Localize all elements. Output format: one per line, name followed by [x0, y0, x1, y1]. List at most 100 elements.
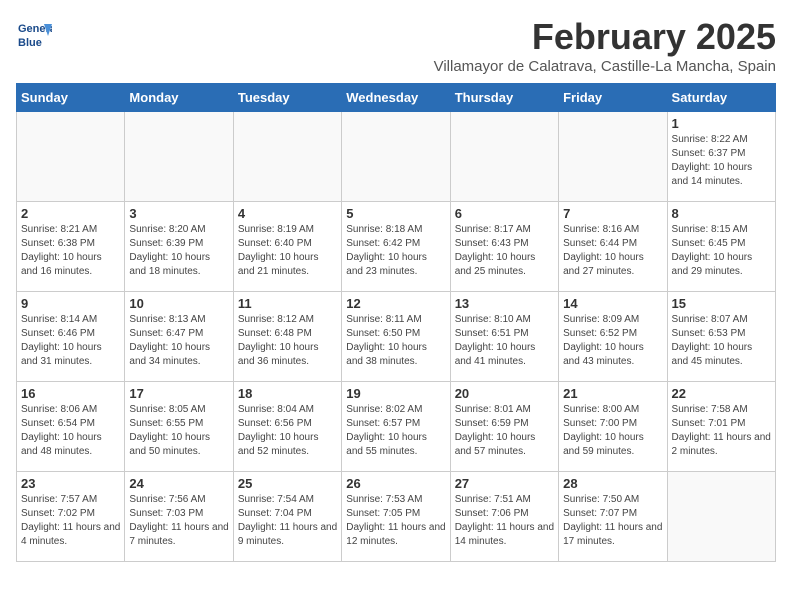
weekday-header: Tuesday — [233, 84, 341, 112]
calendar-cell: 5Sunrise: 8:18 AM Sunset: 6:42 PM Daylig… — [342, 202, 450, 292]
calendar-cell: 6Sunrise: 8:17 AM Sunset: 6:43 PM Daylig… — [450, 202, 558, 292]
calendar-cell: 25 Sunrise: 7:54 AM Sunset: 7:04 PM Dayli… — [233, 472, 341, 562]
day-number: 2 — [21, 206, 120, 221]
day-info: Sunrise: 8:21 AM Sunset: 6:38 PM Dayligh… — [21, 223, 120, 279]
calendar-cell: 24 Sunrise: 7:56 AM Sunset: 7:03 PM Dayli… — [125, 472, 233, 562]
main-title: February 2025 — [434, 16, 776, 58]
day-info: Sunrise: 8:22 AM Sunset: 6:37 PM Dayligh… — [672, 133, 771, 189]
day-number: 28 — [563, 476, 662, 491]
calendar-cell: 11 Sunrise: 8:12 AM Sunset: 6:48 PM Dayli… — [233, 292, 341, 382]
day-info: Sunrise: 8:19 AM Sunset: 6:40 PM Dayligh… — [238, 223, 337, 279]
day-info: Sunrise: 8:05 AM Sunset: 6:55 PM Dayligh… — [129, 403, 228, 459]
day-info: Sunrise: 7:58 AM Sunset: 7:01 PM Dayligh… — [672, 403, 771, 459]
weekday-header: Saturday — [667, 84, 775, 112]
calendar-cell: 3 Sunrise: 8:20 AM Sunset: 6:39 PM Daylig… — [125, 202, 233, 292]
calendar-week-row: 9 Sunrise: 8:14 AM Sunset: 6:46 PM Daylig… — [17, 292, 776, 382]
calendar-week-row: 16 Sunrise: 8:06 AM Sunset: 6:54 PM Dayli… — [17, 382, 776, 472]
calendar-cell: 23 Sunrise: 7:57 AM Sunset: 7:02 PM Dayli… — [17, 472, 125, 562]
calendar-cell: 27 Sunrise: 7:51 AM Sunset: 7:06 PM Dayli… — [450, 472, 558, 562]
day-info: Sunrise: 8:07 AM Sunset: 6:53 PM Dayligh… — [672, 313, 771, 369]
day-number: 24 — [129, 476, 228, 491]
calendar-cell: 13Sunrise: 8:10 AM Sunset: 6:51 PM Dayli… — [450, 292, 558, 382]
day-number: 21 — [563, 386, 662, 401]
svg-text:Blue: Blue — [18, 37, 42, 49]
day-info: Sunrise: 8:04 AM Sunset: 6:56 PM Dayligh… — [238, 403, 337, 459]
day-info: Sunrise: 7:50 AM Sunset: 7:07 PM Dayligh… — [563, 493, 662, 549]
day-info: Sunrise: 8:20 AM Sunset: 6:39 PM Dayligh… — [129, 223, 228, 279]
day-number: 15 — [672, 296, 771, 311]
weekday-header: Monday — [125, 84, 233, 112]
day-info: Sunrise: 8:12 AM Sunset: 6:48 PM Dayligh… — [238, 313, 337, 369]
day-info: Sunrise: 8:15 AM Sunset: 6:45 PM Dayligh… — [672, 223, 771, 279]
calendar-cell — [17, 112, 125, 202]
calendar-cell: 12 Sunrise: 8:11 AM Sunset: 6:50 PM Dayli… — [342, 292, 450, 382]
calendar-week-row: 23 Sunrise: 7:57 AM Sunset: 7:02 PM Dayli… — [17, 472, 776, 562]
day-info: Sunrise: 8:09 AM Sunset: 6:52 PM Dayligh… — [563, 313, 662, 369]
day-number: 3 — [129, 206, 228, 221]
calendar-cell: 28 Sunrise: 7:50 AM Sunset: 7:07 PM Dayli… — [559, 472, 667, 562]
weekday-header: Wednesday — [342, 84, 450, 112]
calendar-cell — [125, 112, 233, 202]
day-info: Sunrise: 7:51 AM Sunset: 7:06 PM Dayligh… — [455, 493, 554, 549]
day-info: Sunrise: 8:11 AM Sunset: 6:50 PM Dayligh… — [346, 313, 445, 369]
day-number: 17 — [129, 386, 228, 401]
day-number: 7 — [563, 206, 662, 221]
logo-icon: General Blue — [16, 16, 52, 52]
day-number: 6 — [455, 206, 554, 221]
calendar-cell — [342, 112, 450, 202]
day-number: 13 — [455, 296, 554, 311]
day-number: 11 — [238, 296, 337, 311]
calendar-cell: 17 Sunrise: 8:05 AM Sunset: 6:55 PM Dayli… — [125, 382, 233, 472]
calendar-cell: 20 Sunrise: 8:01 AM Sunset: 6:59 PM Dayli… — [450, 382, 558, 472]
day-number: 5 — [346, 206, 445, 221]
day-info: Sunrise: 8:14 AM Sunset: 6:46 PM Dayligh… — [21, 313, 120, 369]
calendar-cell: 9 Sunrise: 8:14 AM Sunset: 6:46 PM Daylig… — [17, 292, 125, 382]
day-info: Sunrise: 8:13 AM Sunset: 6:47 PM Dayligh… — [129, 313, 228, 369]
day-info: Sunrise: 7:54 AM Sunset: 7:04 PM Dayligh… — [238, 493, 337, 549]
day-number: 1 — [672, 116, 771, 131]
day-number: 12 — [346, 296, 445, 311]
day-info: Sunrise: 7:57 AM Sunset: 7:02 PM Dayligh… — [21, 493, 120, 549]
day-number: 16 — [21, 386, 120, 401]
calendar-cell: 26 Sunrise: 7:53 AM Sunset: 7:05 PM Dayli… — [342, 472, 450, 562]
calendar-cell: 4Sunrise: 8:19 AM Sunset: 6:40 PM Daylig… — [233, 202, 341, 292]
day-number: 27 — [455, 476, 554, 491]
weekday-header: Sunday — [17, 84, 125, 112]
calendar-table: SundayMondayTuesdayWednesdayThursdayFrid… — [16, 83, 776, 562]
calendar-cell: 2 Sunrise: 8:21 AM Sunset: 6:38 PM Daylig… — [17, 202, 125, 292]
day-number: 25 — [238, 476, 337, 491]
calendar-cell: 16 Sunrise: 8:06 AM Sunset: 6:54 PM Dayli… — [17, 382, 125, 472]
day-number: 20 — [455, 386, 554, 401]
day-number: 22 — [672, 386, 771, 401]
day-info: Sunrise: 7:56 AM Sunset: 7:03 PM Dayligh… — [129, 493, 228, 549]
weekday-header: Thursday — [450, 84, 558, 112]
day-info: Sunrise: 8:01 AM Sunset: 6:59 PM Dayligh… — [455, 403, 554, 459]
day-number: 23 — [21, 476, 120, 491]
calendar-cell: 21Sunrise: 8:00 AM Sunset: 7:00 PM Dayli… — [559, 382, 667, 472]
logo: General Blue — [16, 16, 52, 52]
day-number: 18 — [238, 386, 337, 401]
calendar-cell: 15 Sunrise: 8:07 AM Sunset: 6:53 PM Dayli… — [667, 292, 775, 382]
calendar-cell: 8Sunrise: 8:15 AM Sunset: 6:45 PM Daylig… — [667, 202, 775, 292]
calendar-cell: 22 Sunrise: 7:58 AM Sunset: 7:01 PM Dayli… — [667, 382, 775, 472]
day-number: 19 — [346, 386, 445, 401]
calendar-cell: 18 Sunrise: 8:04 AM Sunset: 6:56 PM Dayli… — [233, 382, 341, 472]
day-info: Sunrise: 7:53 AM Sunset: 7:05 PM Dayligh… — [346, 493, 445, 549]
day-number: 9 — [21, 296, 120, 311]
calendar-cell: 1 Sunrise: 8:22 AM Sunset: 6:37 PM Daylig… — [667, 112, 775, 202]
calendar-cell: 7 Sunrise: 8:16 AM Sunset: 6:44 PM Daylig… — [559, 202, 667, 292]
calendar-cell: 19 Sunrise: 8:02 AM Sunset: 6:57 PM Dayli… — [342, 382, 450, 472]
title-section: February 2025 Villamayor de Calatrava, C… — [434, 16, 776, 75]
day-number: 14 — [563, 296, 662, 311]
calendar-cell — [450, 112, 558, 202]
subtitle: Villamayor de Calatrava, Castille-La Man… — [434, 58, 776, 75]
calendar-cell — [559, 112, 667, 202]
calendar-cell — [667, 472, 775, 562]
calendar-week-row: 2 Sunrise: 8:21 AM Sunset: 6:38 PM Daylig… — [17, 202, 776, 292]
calendar-week-row: 1 Sunrise: 8:22 AM Sunset: 6:37 PM Daylig… — [17, 112, 776, 202]
day-info: Sunrise: 8:06 AM Sunset: 6:54 PM Dayligh… — [21, 403, 120, 459]
day-info: Sunrise: 8:02 AM Sunset: 6:57 PM Dayligh… — [346, 403, 445, 459]
day-info: Sunrise: 8:16 AM Sunset: 6:44 PM Dayligh… — [563, 223, 662, 279]
day-number: 26 — [346, 476, 445, 491]
calendar-cell — [233, 112, 341, 202]
